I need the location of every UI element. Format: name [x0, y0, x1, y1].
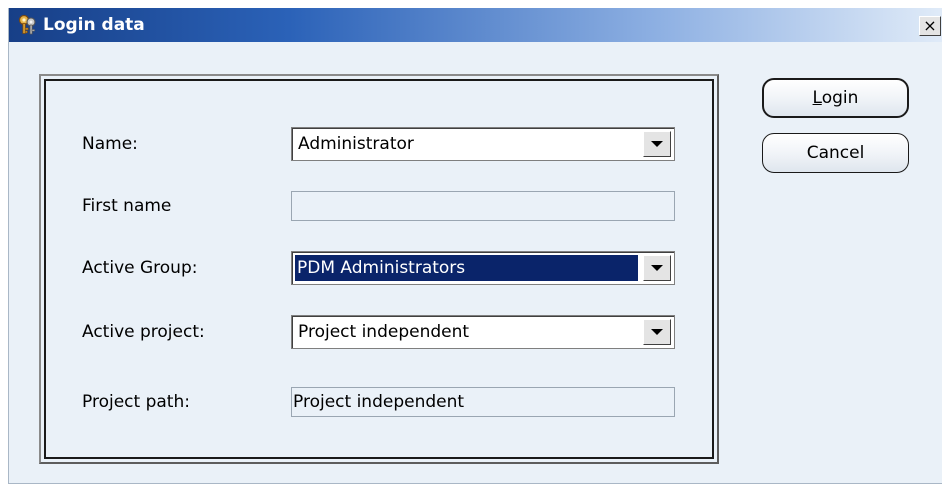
- login-dialog: Login data × Name: Administrator First n…: [8, 8, 942, 484]
- first-name-field[interactable]: [291, 191, 675, 221]
- window-title: Login data: [43, 15, 145, 35]
- active-group-label: Active Group:: [82, 258, 198, 278]
- name-value: Administrator: [298, 134, 414, 154]
- chevron-down-icon[interactable]: [643, 255, 671, 281]
- name-combobox[interactable]: Administrator: [291, 127, 675, 161]
- project-path-label: Project path:: [82, 392, 190, 412]
- active-project-combobox[interactable]: Project independent: [291, 315, 675, 349]
- chevron-down-icon[interactable]: [643, 131, 671, 157]
- title-bar[interactable]: Login data ×: [9, 8, 942, 42]
- keys-icon: [17, 14, 39, 36]
- active-project-label: Active project:: [82, 322, 205, 342]
- name-label: Name:: [82, 134, 138, 154]
- first-name-label: First name: [82, 196, 172, 216]
- login-button[interactable]: Login: [762, 78, 909, 118]
- active-project-value: Project independent: [298, 322, 470, 342]
- cancel-button[interactable]: Cancel: [762, 133, 909, 173]
- chevron-down-icon[interactable]: [643, 319, 671, 345]
- active-group-value: PDM Administrators: [295, 255, 638, 281]
- project-path-field: Project independent: [291, 387, 675, 417]
- close-button[interactable]: ×: [919, 16, 941, 36]
- active-group-combobox[interactable]: PDM Administrators: [291, 251, 675, 285]
